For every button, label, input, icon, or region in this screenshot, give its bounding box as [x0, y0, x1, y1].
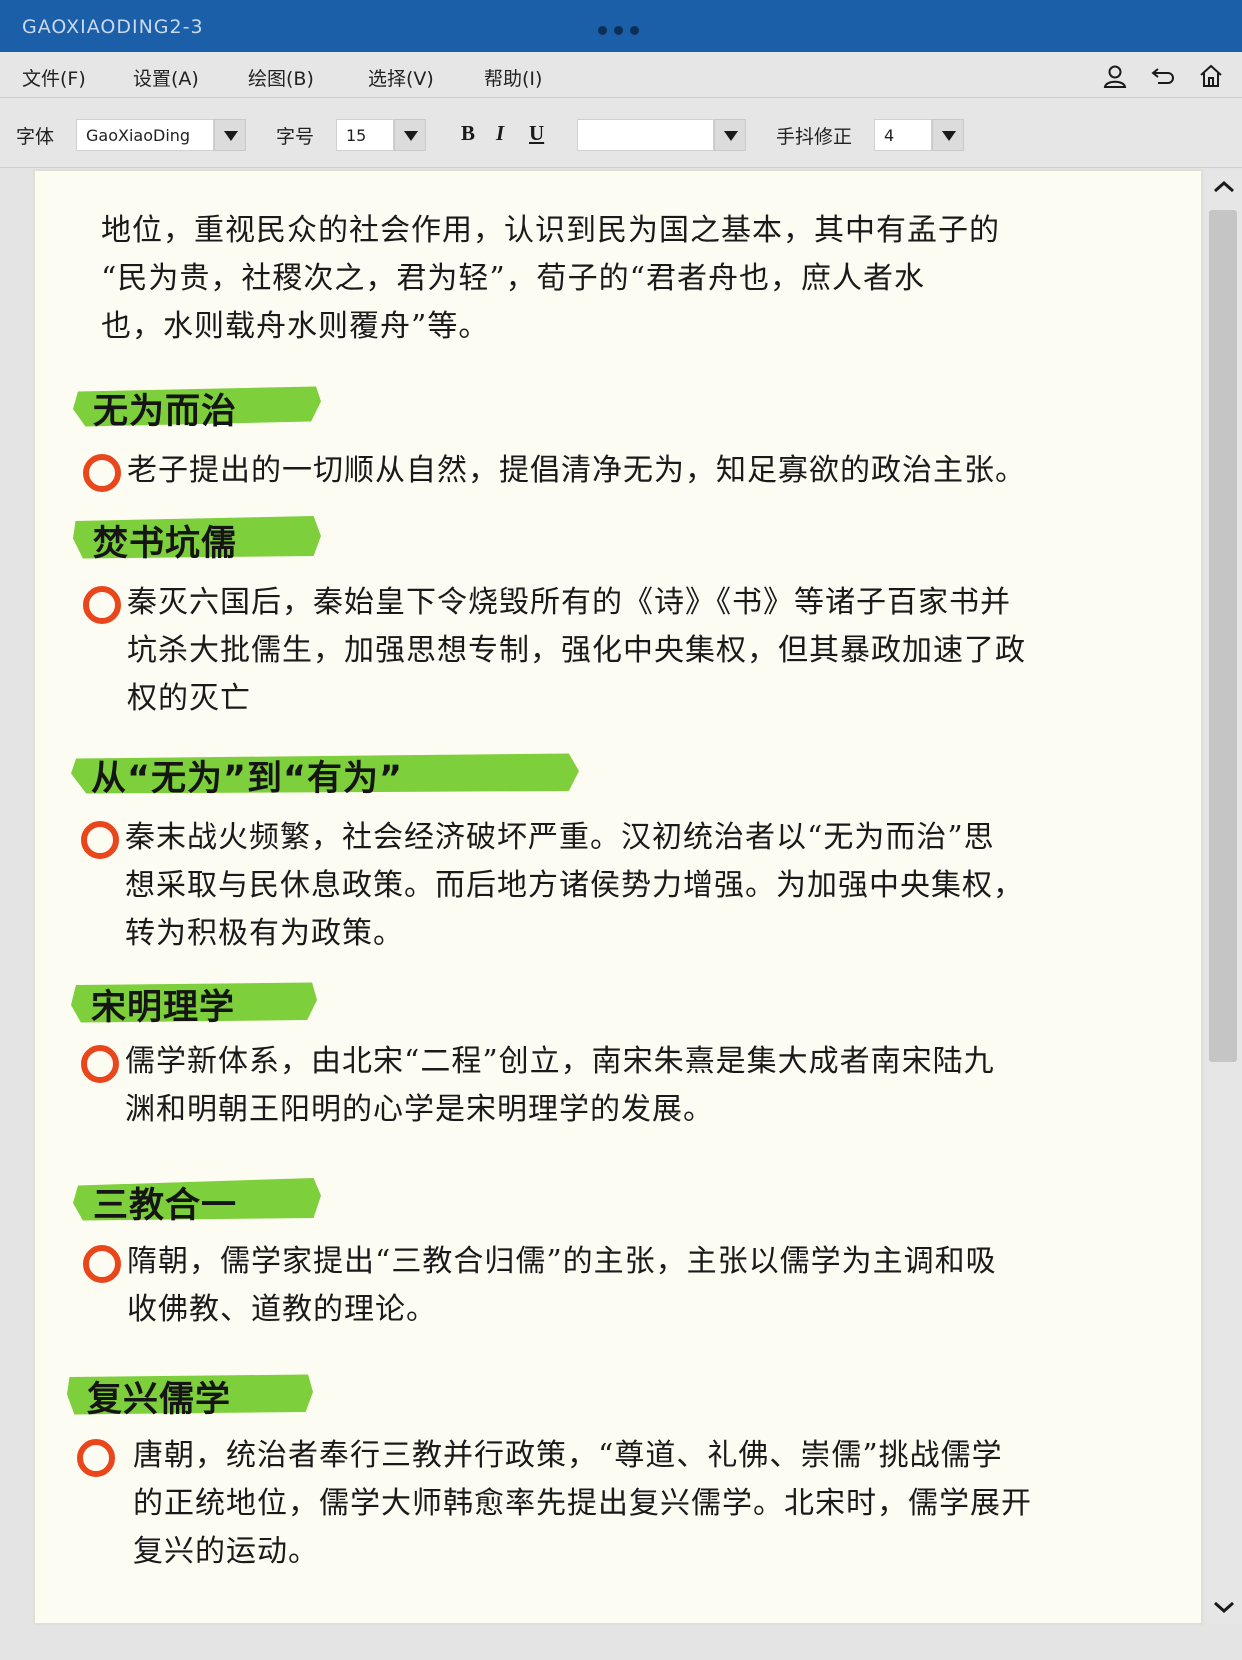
text-line: 秦灭六国后，秦始皇下令烧毁所有的《诗》《书》等诸子百家书并: [127, 585, 1011, 620]
chevron-up-icon[interactable]: [1210, 174, 1238, 200]
dot-icon: [598, 26, 607, 35]
size-select[interactable]: 15: [336, 119, 394, 151]
undo-icon[interactable]: [1150, 63, 1176, 89]
menu-bar: 文件(F) 设置(A) 绘图(B) 选择(V) 帮助(I): [0, 52, 1242, 98]
italic-button[interactable]: I: [496, 121, 504, 146]
scrollbar-thumb[interactable]: [1209, 210, 1237, 1062]
font-dropdown-icon[interactable]: [214, 119, 246, 151]
section-heading: 无为而治: [73, 379, 321, 432]
document-page[interactable]: 地位，重视民众的社会作用，认识到民为国之基本，其中有孟子的 “民为贵，社稷次之，…: [34, 170, 1202, 1624]
text-line: 渊和明朝王阳明的心学是宋明理学的发展。: [125, 1092, 714, 1127]
section-heading: 从“无为”到“有为”: [71, 746, 579, 799]
user-icon[interactable]: [1102, 63, 1128, 89]
jitter-dropdown-icon[interactable]: [932, 119, 964, 151]
jitter-select[interactable]: 4: [874, 119, 932, 151]
menu-draw[interactable]: 绘图(B): [248, 64, 314, 91]
bullet-circle-icon: [83, 1245, 121, 1283]
section-text: 秦灭六国后，秦始皇下令烧毁所有的《诗》《书》等诸子百家书并 坑杀大批儒生，加强思…: [127, 579, 1026, 723]
font-label: 字体: [16, 126, 55, 148]
text-line: 也，水则载舟水则覆舟”等。: [101, 309, 490, 344]
text-line: 转为积极有为政策。: [125, 916, 404, 951]
intro-paragraph: 地位，重视民众的社会作用，认识到民为国之基本，其中有孟子的 “民为贵，社稷次之，…: [101, 207, 1000, 351]
text-line: 儒学新体系，由北宋“二程”创立，南宋朱熹是集大成者南宋陆九: [125, 1044, 995, 1079]
text-line: 隋朝，儒学家提出“三教合归儒”的主张，主张以儒学为主调和吸: [127, 1244, 997, 1279]
bullet-circle-icon: [81, 821, 119, 859]
bullet-circle-icon: [81, 1045, 119, 1083]
section-text: 隋朝，儒学家提出“三教合归儒”的主张，主张以儒学为主调和吸 收佛教、道教的理论。: [127, 1238, 997, 1334]
text-line: 收佛教、道教的理论。: [127, 1292, 437, 1327]
section-text: 儒学新体系，由北宋“二程”创立，南宋朱熹是集大成者南宋陆九 渊和明朝王阳明的心学…: [125, 1038, 995, 1134]
app-title: GAOXIAODING2-3: [22, 16, 204, 38]
format-toolbar: 字体 GaoXiaoDing 字号 15 B I U 手抖修正 4: [0, 98, 1242, 168]
text-line: 复兴的运动。: [133, 1534, 319, 1569]
dot-icon: [630, 26, 639, 35]
text-line: 想采取与民休息政策。而后地方诸侯势力增强。为加强中央集权，: [125, 868, 1024, 903]
heading-text: 宋明理学: [91, 988, 236, 1028]
text-line: 秦末战火频繁，社会经济破坏严重。汉初统治者以“无为而治”思: [125, 820, 995, 855]
text-line: 坑杀大批儒生，加强思想专制，强化中央集权，但其暴政加速了政: [127, 633, 1026, 668]
menu-icons: [1102, 63, 1224, 89]
title-bar: GAOXIAODING2-3: [0, 0, 1242, 52]
menu-select[interactable]: 选择(V): [368, 64, 434, 91]
home-icon[interactable]: [1198, 63, 1224, 89]
text-line: 老子提出的一切顺从自然，提倡清净无为，知足寡欲的政治主张。: [127, 453, 1026, 488]
text-line: 地位，重视民众的社会作用，认识到民为国之基本，其中有孟子的: [101, 213, 1000, 248]
menu-help[interactable]: 帮助(I): [484, 64, 542, 91]
size-label: 字号: [276, 126, 315, 148]
section-heading: 三教合一: [73, 1173, 321, 1226]
section-heading: 复兴儒学: [67, 1367, 313, 1420]
text-line: 权的灭亡: [127, 681, 251, 716]
chevron-down-icon[interactable]: [1210, 1594, 1238, 1620]
bullet-circle-icon: [83, 586, 121, 624]
bold-button[interactable]: B: [461, 121, 475, 146]
section-heading: 宋明理学: [71, 975, 317, 1028]
bullet-circle-icon: [83, 454, 121, 492]
font-select[interactable]: GaoXiaoDing: [76, 119, 214, 151]
text-line: 的正统地位，儒学大师韩愈率先提出复兴儒学。北宋时，儒学展开: [133, 1486, 1032, 1521]
dot-icon: [614, 26, 623, 35]
bullet-circle-icon: [77, 1439, 115, 1477]
section-heading: 焚书坑儒: [73, 511, 321, 564]
menu-file[interactable]: 文件(F): [22, 64, 86, 91]
jitter-label: 手抖修正: [776, 126, 853, 148]
heading-text: 从“无为”到“有为”: [91, 759, 404, 799]
color-select[interactable]: [577, 119, 714, 151]
section-text: 秦末战火频繁，社会经济破坏严重。汉初统治者以“无为而治”思 想采取与民休息政策。…: [125, 814, 1024, 958]
underline-button[interactable]: U: [529, 121, 544, 146]
text-line: “民为贵，社稷次之，君为轻”，荀子的“君者舟也，庶人者水: [101, 261, 926, 296]
heading-text: 焚书坑儒: [93, 524, 238, 564]
heading-text: 无为而治: [93, 392, 238, 432]
size-dropdown-icon[interactable]: [394, 119, 426, 151]
heading-text: 复兴儒学: [87, 1380, 232, 1420]
window-more-button[interactable]: [598, 26, 639, 35]
menu-settings[interactable]: 设置(A): [133, 64, 199, 91]
vertical-scrollbar[interactable]: [1206, 170, 1242, 1624]
text-line: 唐朝，统治者奉行三教并行政策，“尊道、礼佛、崇儒”挑战儒学: [133, 1438, 1003, 1473]
color-dropdown-icon[interactable]: [714, 119, 746, 151]
section-text: 唐朝，统治者奉行三教并行政策，“尊道、礼佛、崇儒”挑战儒学 的正统地位，儒学大师…: [133, 1432, 1032, 1576]
heading-text: 三教合一: [93, 1186, 238, 1226]
section-text: 老子提出的一切顺从自然，提倡清净无为，知足寡欲的政治主张。: [127, 447, 1026, 495]
